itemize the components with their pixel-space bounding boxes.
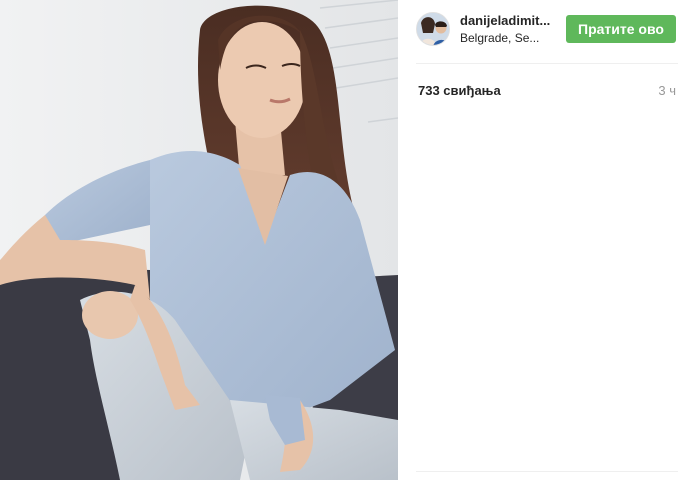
avatar[interactable]	[416, 12, 450, 46]
footer-divider	[416, 471, 678, 472]
likes-count[interactable]: 733 свиђања	[418, 83, 501, 98]
likes-row: 733 свиђања 3 ч	[418, 82, 676, 98]
location-link[interactable]: Belgrade, Se...	[460, 30, 560, 46]
post-photo[interactable]	[0, 0, 398, 480]
post-timestamp[interactable]: 3 ч	[658, 83, 676, 98]
username-link[interactable]: danijeladimit...	[460, 13, 560, 29]
post-sidebar: danijeladimit... Belgrade, Se... Пратите…	[398, 0, 688, 480]
follow-button[interactable]: Пратите ово	[566, 15, 676, 43]
header-divider	[416, 63, 678, 64]
post-header: danijeladimit... Belgrade, Se... Пратите…	[416, 10, 678, 48]
avatar-image	[417, 13, 449, 45]
post-photo-illustration	[0, 0, 398, 480]
user-info: danijeladimit... Belgrade, Se...	[460, 13, 560, 46]
